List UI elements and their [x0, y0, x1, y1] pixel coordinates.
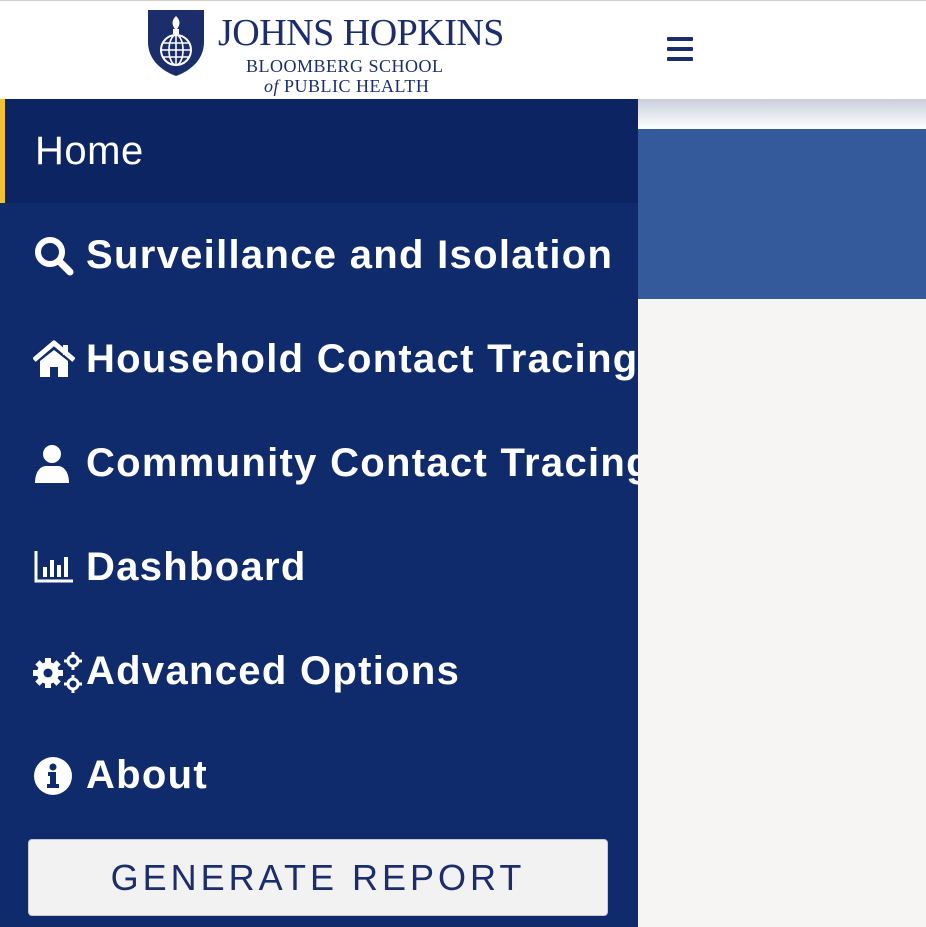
shield-globe-icon	[148, 10, 204, 76]
sidebar-item-advanced-options[interactable]: Advanced Options	[0, 619, 638, 723]
logo-title: JOHNS HOPKINS	[218, 12, 504, 54]
home-icon	[33, 340, 75, 377]
hamburger-icon[interactable]	[667, 37, 693, 61]
sidebar-item-household[interactable]: Household Contact Tracing	[0, 307, 638, 411]
logo-of: of	[264, 76, 280, 96]
user-icon	[35, 445, 69, 483]
main-header-shadow	[638, 99, 926, 129]
info-icon	[34, 757, 72, 795]
app-header: JOHNS HOPKINS BLOOMBERG SCHOOL of PUBLIC…	[0, 0, 926, 99]
jhu-logo[interactable]: JOHNS HOPKINS BLOOMBERG SCHOOL of PUBLIC…	[146, 8, 504, 96]
generate-report-button[interactable]: GENERATE REPORT	[28, 839, 608, 916]
logo-public-health: PUBLIC HEALTH	[284, 76, 430, 96]
sidebar-item-community[interactable]: Community Contact Tracing	[0, 411, 638, 515]
sidebar-item-about[interactable]: About	[0, 723, 638, 827]
gears-icon	[33, 652, 82, 693]
sidebar-nav: Home Surveillance and Isolation Househol…	[0, 99, 638, 927]
sidebar-item-label: Dashboard	[86, 545, 307, 589]
sidebar-item-label: About	[86, 753, 209, 797]
sidebar-item-surveillance[interactable]: Surveillance and Isolation	[0, 203, 638, 307]
main-banner	[638, 129, 926, 299]
sidebar-item-label: Community Contact Tracing	[86, 441, 638, 485]
sidebar-item-label: Household Contact Tracing	[86, 337, 638, 381]
sidebar-item-label: Home	[35, 129, 144, 173]
logo-subtitle-2: of PUBLIC HEALTH	[264, 76, 429, 96]
bar-chart-icon	[34, 551, 73, 583]
sidebar-item-label: Surveillance and Isolation	[86, 233, 614, 277]
sidebar-item-dashboard[interactable]: Dashboard	[0, 515, 638, 619]
sidebar-item-home[interactable]: Home	[0, 99, 638, 203]
search-icon	[35, 237, 74, 276]
logo-subtitle: BLOOMBERG SCHOOL	[246, 56, 444, 76]
sidebar-item-label: Advanced Options	[86, 649, 461, 693]
